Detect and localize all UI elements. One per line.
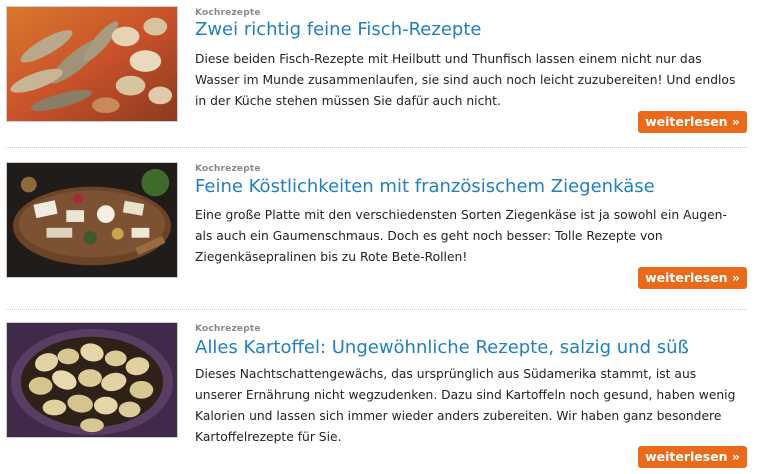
fish-photo bbox=[7, 7, 177, 121]
article-teaser: Eine große Platte mit den verschiedenste… bbox=[195, 208, 727, 264]
article-category: Kochrezepte bbox=[195, 8, 261, 18]
article-title-link[interactable]: Alles Kartoffel: Ungewöhnliche Rezepte, … bbox=[195, 337, 689, 358]
divider bbox=[6, 309, 747, 310]
cheese-platter-photo bbox=[7, 163, 177, 277]
article-thumbnail[interactable] bbox=[6, 6, 178, 122]
article-teaser: Diese beiden Fisch-Rezepte mit Heilbutt … bbox=[195, 52, 736, 108]
read-more-button[interactable]: weiterlesen » bbox=[638, 111, 747, 133]
article-thumbnail[interactable] bbox=[6, 162, 178, 278]
read-more-button[interactable]: weiterlesen » bbox=[638, 267, 747, 289]
article-category: Kochrezepte bbox=[195, 324, 261, 334]
article-title-link[interactable]: Zwei richtig feine Fisch-Rezepte bbox=[195, 19, 481, 40]
divider bbox=[6, 147, 747, 148]
article-title-link[interactable]: Feine Köstlichkeiten mit französischem Z… bbox=[195, 176, 655, 197]
article-thumbnail[interactable] bbox=[6, 322, 178, 438]
read-more-button[interactable]: weiterlesen » bbox=[638, 446, 747, 468]
potato-basket-photo bbox=[7, 323, 177, 437]
article-category: Kochrezepte bbox=[195, 164, 261, 174]
article-teaser: Dieses Nachtschattengewächs, das ursprün… bbox=[195, 367, 736, 444]
